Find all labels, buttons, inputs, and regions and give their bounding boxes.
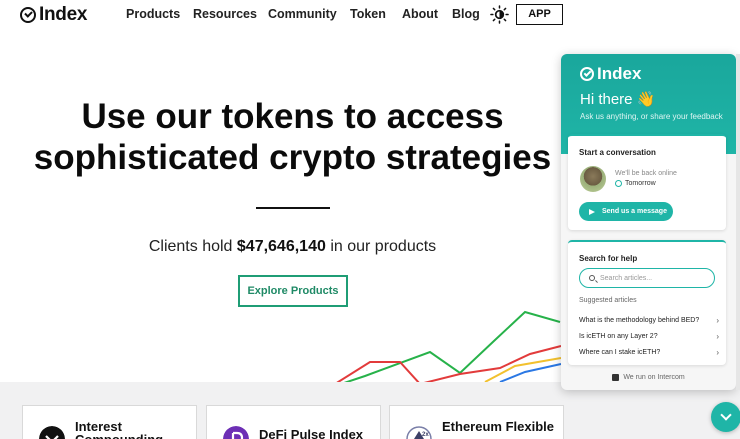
logo-text: Index — [39, 4, 88, 25]
start-conversation-card: Start a conversation We'll be back onlin… — [568, 134, 726, 230]
clients-suffix: in our products — [325, 238, 437, 255]
reply-time: Tomorrow — [615, 180, 656, 187]
product-card-title: Interest Compounding — [75, 419, 163, 439]
product-card-eth-flexible[interactable]: 2x Ethereum Flexible — [389, 405, 564, 439]
messenger-logo-text: Index — [597, 64, 642, 83]
search-articles-input[interactable]: Search articles... — [579, 268, 715, 288]
decorative-lines — [335, 310, 562, 385]
article-title: Is icETH on any Layer 2? — [579, 332, 658, 340]
sun-icon[interactable] — [490, 5, 509, 24]
intercom-icon — [612, 374, 620, 381]
avatar — [580, 166, 606, 192]
suggested-article-item[interactable]: Where can I stake icETH? › — [579, 344, 719, 360]
product-card-title: Ethereum Flexible — [442, 419, 554, 434]
svg-text:2x: 2x — [422, 432, 429, 438]
site-logo[interactable]: Index — [20, 4, 87, 26]
messenger-subtitle: Ask us anything, or share your feedback — [580, 112, 723, 121]
hero-title-line: sophisticated crypto strategies — [33, 138, 552, 177]
messenger-greeting: Hi there 👋 — [580, 91, 656, 108]
product-card-dpi[interactable]: DeFi Pulse Index — [206, 405, 381, 439]
nav-item-resources[interactable]: Resources — [193, 7, 257, 21]
page: Index Products Resources Community Token… — [0, 0, 740, 439]
back-online-text: We'll be back online — [615, 170, 677, 177]
messenger-footer-text: We run on Intercom — [623, 374, 685, 381]
chevron-down-icon — [720, 409, 732, 421]
product-card-title: DeFi Pulse Index — [259, 427, 364, 439]
send-message-button[interactable]: Send us a message — [579, 202, 673, 221]
chevron-right-icon: › — [716, 315, 719, 325]
nav-item-blog[interactable]: Blog — [452, 7, 480, 21]
suggested-article-item[interactable]: Is icETH on any Layer 2? › — [579, 328, 719, 344]
nav-item-about[interactable]: About — [402, 7, 438, 21]
article-title: What is the methodology behind BED? — [579, 316, 700, 324]
hero-title: Use our tokens to access sophisticated c… — [0, 96, 585, 178]
defi-pulse-icon — [223, 426, 249, 439]
reply-time-text: Tomorrow — [625, 180, 656, 187]
explore-products-button[interactable]: Explore Products — [238, 275, 348, 307]
product-card-interest[interactable]: Interest Compounding — [22, 405, 197, 439]
ethereum-flexible-icon: 2x — [406, 426, 432, 439]
decorative-line-yellow — [484, 357, 562, 383]
search-help-title: Search for help — [579, 254, 638, 263]
index-logo-icon — [580, 67, 594, 81]
suggested-article-item[interactable]: What is the methodology behind BED? › — [579, 312, 719, 328]
article-title: Where can I stake icETH? — [579, 348, 661, 356]
search-placeholder: Search articles... — [600, 274, 653, 282]
chevron-right-icon: › — [716, 347, 719, 357]
nav-item-products[interactable]: Products — [126, 7, 180, 21]
search-help-card: Search for help Search articles... Sugge… — [568, 240, 726, 365]
clock-icon — [615, 180, 622, 187]
clients-amount: $47,646,140 — [236, 238, 326, 255]
messenger-logo: Index — [580, 64, 641, 84]
interest-compounding-icon — [39, 426, 65, 439]
clients-holdings-text: Clients hold $47,646,140 in our products — [0, 238, 585, 256]
suggested-articles-label: Suggested articles — [579, 297, 637, 304]
navbar: Index Products Resources Community Token… — [0, 0, 740, 30]
send-message-label: Send us a message — [602, 208, 667, 215]
search-icon — [589, 275, 595, 281]
chevron-right-icon: › — [716, 331, 719, 341]
app-button[interactable]: APP — [516, 4, 563, 25]
nav-item-community[interactable]: Community — [268, 7, 337, 21]
index-logo-icon — [20, 7, 36, 23]
clients-prefix: Clients hold — [148, 238, 237, 255]
scrollbar[interactable] — [736, 54, 740, 390]
nav-item-token[interactable]: Token — [350, 7, 386, 21]
messenger-launcher-button[interactable] — [711, 402, 740, 432]
hero-title-line: Use our tokens to access — [81, 97, 504, 136]
messenger-footer[interactable]: We run on Intercom — [561, 374, 736, 381]
intercom-messenger: Index Hi there 👋 Ask us anything, or sha… — [561, 54, 736, 390]
decorative-line-green — [335, 310, 561, 385]
start-conversation-title: Start a conversation — [579, 148, 656, 157]
hero-divider — [256, 207, 330, 209]
decorative-line-blue — [499, 363, 562, 383]
send-icon — [589, 208, 595, 215]
